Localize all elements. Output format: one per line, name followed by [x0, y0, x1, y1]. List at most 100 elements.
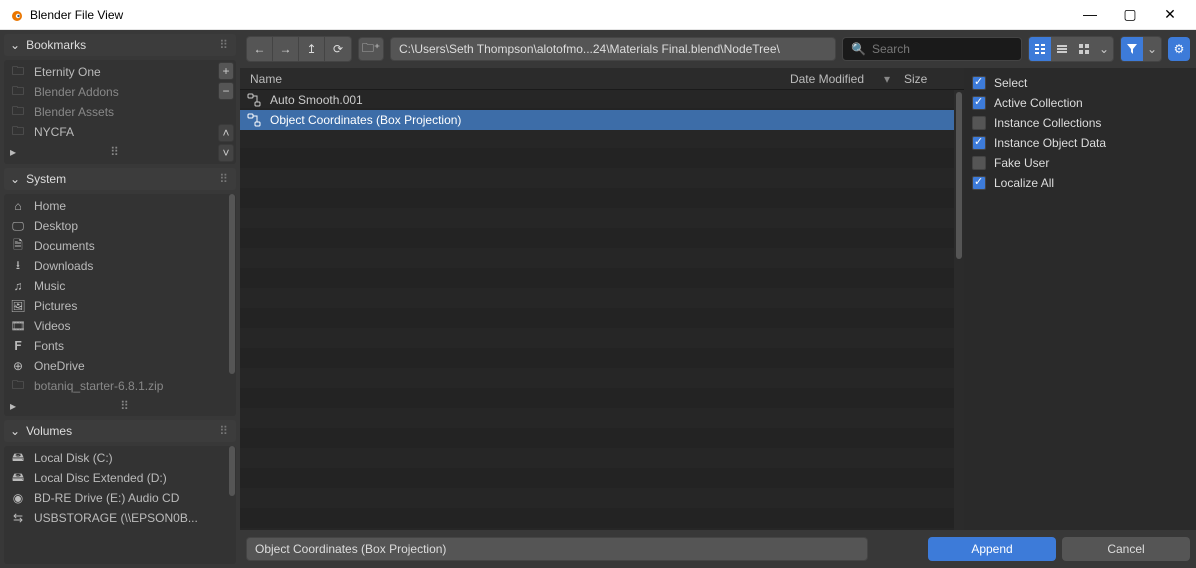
add-bookmark-button[interactable]: + — [218, 62, 234, 80]
option-select[interactable]: Select — [972, 76, 1188, 90]
downloads-icon: ⭳ — [10, 256, 26, 277]
scrollbar-thumb[interactable] — [956, 92, 962, 259]
system-item-music[interactable]: ♫Music — [4, 276, 236, 296]
search-input[interactable]: 🔍Search — [842, 37, 1022, 61]
view-list-horizontal-button[interactable] — [1051, 37, 1073, 61]
system-item-documents[interactable]: 🗎Documents — [4, 236, 236, 256]
cancel-button[interactable]: Cancel — [1062, 537, 1190, 561]
filter-group: ⌄ — [1120, 36, 1162, 62]
sort-indicator-icon[interactable]: ▾ — [884, 72, 898, 86]
view-options-dropdown[interactable]: ⌄ — [1095, 37, 1113, 61]
footer: Object Coordinates (Box Projection) Appe… — [240, 530, 1196, 568]
system-item-fonts[interactable]: 𝐅Fonts — [4, 336, 236, 356]
scrollbar-thumb[interactable] — [229, 194, 235, 374]
toolbar: ← → ↥ ⟳ 🗀⁺ C:\Users\Seth Thompson\alotof… — [240, 30, 1196, 68]
maximize-button[interactable]: ▢ — [1120, 6, 1140, 23]
bookmarks-panel: 🗀Eternity One 🗀Blender Addons 🗀Blender A… — [4, 60, 236, 164]
bookmark-label: Blender Assets — [34, 105, 114, 119]
refresh-button[interactable]: ⟳ — [325, 37, 351, 61]
disk-icon: 🖴 — [10, 468, 26, 489]
bookmarks-list: 🗀Eternity One 🗀Blender Addons 🗀Blender A… — [4, 60, 216, 164]
bookmark-item[interactable]: 🗀Eternity One — [4, 62, 216, 82]
volume-item[interactable]: ⇆USBSTORAGE (\\EPSON0B... — [4, 508, 236, 528]
folder-icon: 🗀 — [10, 376, 26, 397]
grip-icon[interactable]: ⠿ — [219, 172, 230, 186]
parent-button[interactable]: ↥ — [299, 37, 325, 61]
system-item-zip[interactable]: 🗀botaniq_starter-6.8.1.zip — [4, 376, 236, 396]
view-thumbnail-button[interactable] — [1073, 37, 1095, 61]
volume-item[interactable]: 🖴Local Disc Extended (D:) — [4, 468, 236, 488]
filename-input[interactable]: Object Coordinates (Box Projection) — [246, 537, 868, 561]
grip-icon[interactable]: ⠿ — [219, 38, 230, 52]
path-field[interactable]: C:\Users\Seth Thompson\alotofmo...24\Mat… — [390, 37, 836, 61]
volumes-header[interactable]: ⌄ Volumes ⠿ — [4, 420, 236, 442]
file-list[interactable]: Auto Smooth.001 Object Coordinates (Box … — [240, 90, 964, 530]
triangle-right-icon: ▸ — [10, 145, 22, 159]
view-list-vertical-button[interactable] — [1029, 37, 1051, 61]
volume-label: USBSTORAGE (\\EPSON0B... — [34, 511, 198, 525]
system-panel: ⌂Home 🖵Desktop 🗎Documents ⭳ Downloads ♫Mu… — [4, 194, 236, 416]
bookmark-item[interactable]: 🗀Blender Assets — [4, 102, 216, 122]
drag-handle-icon: ⠿ — [22, 399, 230, 413]
option-instance-object-data[interactable]: Instance Object Data — [972, 136, 1188, 150]
remove-bookmark-button[interactable]: − — [218, 82, 234, 100]
minimize-button[interactable]: — — [1080, 6, 1100, 23]
system-item-downloads[interactable]: ⭳ Downloads — [4, 256, 236, 276]
chevron-down-icon: ⌄ — [10, 424, 20, 438]
file-entry[interactable]: Object Coordinates (Box Projection) — [240, 110, 964, 130]
new-folder-button[interactable]: 🗀⁺ — [358, 37, 384, 61]
cloud-icon: ⊕ — [10, 359, 26, 373]
bookmark-label: Eternity One — [34, 65, 101, 79]
system-header[interactable]: ⌄ System ⠿ — [4, 168, 236, 190]
checkbox[interactable] — [972, 76, 986, 90]
system-item-onedrive[interactable]: ⊕OneDrive — [4, 356, 236, 376]
move-up-button[interactable]: ˄ — [218, 124, 234, 142]
append-button[interactable]: Append — [928, 537, 1056, 561]
triangle-right-icon: ▸ — [10, 399, 22, 413]
system-item-pictures[interactable]: 🖼Pictures — [4, 296, 236, 316]
system-item-home[interactable]: ⌂Home — [4, 196, 236, 216]
option-label: Localize All — [994, 176, 1054, 190]
volumes-label: Volumes — [26, 424, 72, 438]
back-button[interactable]: ← — [247, 37, 273, 61]
system-item-label: Videos — [34, 319, 70, 333]
option-label: Active Collection — [994, 96, 1083, 110]
view-mode-group: ⌄ — [1028, 36, 1114, 62]
bookmarks-header[interactable]: ⌄ Bookmarks ⠿ — [4, 34, 236, 56]
close-button[interactable]: ✕ — [1160, 6, 1180, 23]
option-label: Select — [994, 76, 1027, 90]
checkbox[interactable] — [972, 136, 986, 150]
checkbox[interactable] — [972, 116, 986, 130]
expand-row[interactable]: ▸⠿ — [4, 396, 236, 416]
bookmark-item[interactable]: 🗀Blender Addons — [4, 82, 216, 102]
system-item-desktop[interactable]: 🖵Desktop — [4, 216, 236, 236]
bookmark-item[interactable]: 🗀NYCFA — [4, 122, 216, 142]
move-down-button[interactable]: ˅ — [218, 144, 234, 162]
nodetree-icon — [246, 93, 262, 107]
file-scrollbar[interactable] — [954, 90, 964, 530]
scrollbar-thumb[interactable] — [229, 446, 235, 496]
option-localize-all[interactable]: Localize All — [972, 176, 1188, 190]
expand-row[interactable]: ▸⠿ — [4, 142, 216, 162]
settings-button[interactable]: ⚙ — [1168, 37, 1190, 61]
volume-item[interactable]: ◉BD-RE Drive (E:) Audio CD — [4, 488, 236, 508]
filter-dropdown[interactable]: ⌄ — [1143, 37, 1161, 61]
volume-item[interactable]: 🖴Local Disk (C:) — [4, 448, 236, 468]
checkbox[interactable] — [972, 96, 986, 110]
column-size-header[interactable]: Size — [898, 72, 958, 86]
option-fake-user[interactable]: Fake User — [972, 156, 1188, 170]
grip-icon[interactable]: ⠿ — [219, 424, 230, 438]
column-name-header[interactable]: Name — [246, 72, 764, 86]
option-active-collection[interactable]: Active Collection — [972, 96, 1188, 110]
options-panel: Select Active Collection Instance Collec… — [964, 68, 1196, 530]
column-date-header[interactable]: Date Modified — [764, 72, 884, 86]
forward-button[interactable]: → — [273, 37, 299, 61]
checkbox[interactable] — [972, 176, 986, 190]
volume-label: Local Disk (C:) — [34, 451, 113, 465]
system-item-label: Downloads — [34, 259, 93, 273]
system-item-videos[interactable]: 🎞Videos — [4, 316, 236, 336]
filter-button[interactable] — [1121, 37, 1143, 61]
file-entry[interactable]: Auto Smooth.001 — [240, 90, 964, 110]
option-instance-collections[interactable]: Instance Collections — [972, 116, 1188, 130]
checkbox[interactable] — [972, 156, 986, 170]
